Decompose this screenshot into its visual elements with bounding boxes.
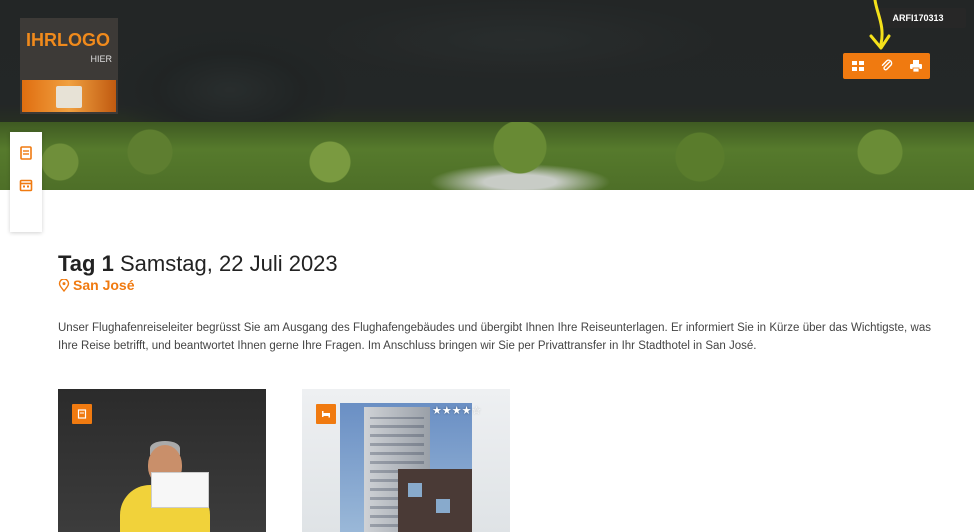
grid-icon bbox=[851, 61, 864, 71]
hotel-star-rating: ★★★★☆ bbox=[432, 405, 482, 417]
document-icon bbox=[77, 409, 87, 419]
logo-text: IHRLOGO bbox=[26, 30, 110, 50]
print-button[interactable] bbox=[901, 53, 930, 79]
header-overlay bbox=[0, 0, 974, 122]
bed-icon bbox=[322, 411, 330, 418]
side-toolbar bbox=[10, 132, 42, 232]
day-heading: Tag 1 Samstag, 22 Juli 2023 bbox=[58, 251, 338, 277]
book-icon[interactable] bbox=[19, 146, 33, 160]
header-action-buttons bbox=[843, 53, 930, 79]
map-pin-icon bbox=[58, 278, 70, 292]
logo-subtext: HIER bbox=[90, 54, 112, 64]
hotel-badge bbox=[316, 404, 336, 424]
day-location: San José bbox=[58, 277, 134, 293]
attachments-button[interactable] bbox=[872, 53, 901, 79]
overview-button[interactable] bbox=[843, 53, 872, 79]
calendar-icon[interactable] bbox=[19, 178, 33, 192]
printer-icon bbox=[909, 60, 922, 73]
transfer-badge bbox=[72, 404, 92, 424]
location-name: San José bbox=[73, 277, 135, 293]
hotel-photo-base bbox=[398, 469, 472, 532]
hotel-photo-card[interactable]: ★★★★☆ bbox=[302, 389, 510, 532]
company-logo[interactable]: IHRLOGO HIER bbox=[20, 18, 118, 114]
photo-welcome-sign bbox=[151, 472, 209, 508]
logo-image bbox=[22, 80, 116, 112]
annotation-arrow-icon bbox=[869, 0, 891, 50]
paperclip-icon bbox=[881, 59, 892, 71]
day-label: Tag 1 bbox=[58, 251, 114, 276]
day-date: Samstag, 22 Juli 2023 bbox=[119, 251, 338, 276]
transfer-photo-card[interactable] bbox=[58, 389, 266, 532]
day-description: Unser Flughafenreiseleiter begrüsst Sie … bbox=[58, 322, 931, 352]
header-banner: IHRLOGO HIER ARFI170313 bbox=[0, 0, 974, 190]
rainforest-image bbox=[0, 122, 974, 190]
